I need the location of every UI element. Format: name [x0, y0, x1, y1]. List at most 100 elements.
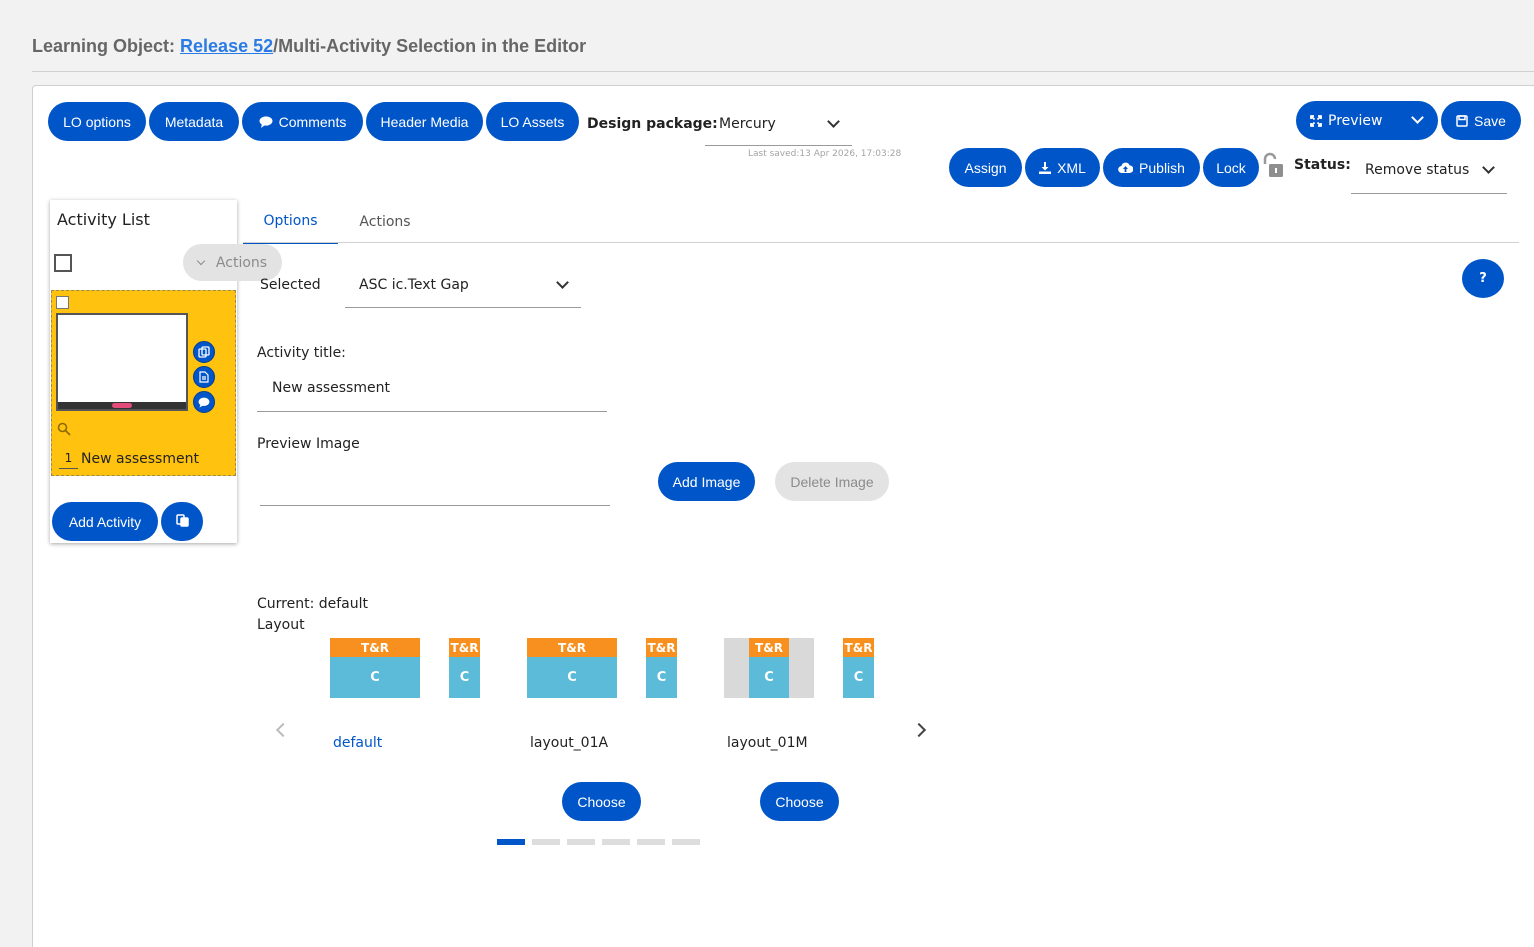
tab-options[interactable]: Options	[243, 200, 338, 244]
preview-dropdown-icon[interactable]	[1411, 111, 1424, 124]
lo-options-button[interactable]: LO options	[48, 102, 146, 141]
selected-label: Selected	[260, 277, 321, 293]
preview-button[interactable]: Preview	[1296, 101, 1438, 140]
status-value: Remove status	[1365, 162, 1470, 178]
help-button[interactable]: ?	[1462, 259, 1504, 298]
choose-layout-01m-button[interactable]: Choose	[760, 782, 839, 821]
design-package-label: Design package:	[587, 116, 718, 132]
design-package-value: Mercury	[719, 115, 776, 132]
carousel-page-dot[interactable]	[602, 839, 630, 845]
layout-name[interactable]: layout_01M	[727, 735, 808, 751]
delete-image-button[interactable]: Delete Image	[775, 462, 889, 501]
lo-options-label: LO options	[63, 113, 131, 130]
thumbnail-button-mark	[112, 403, 132, 408]
add-activity-label: Add Activity	[68, 513, 142, 530]
layout-mobile-content-tag: C	[449, 657, 480, 698]
activity-title-value: New assessment	[272, 380, 390, 396]
duplicate-icon[interactable]	[193, 341, 215, 363]
selected-activity-select[interactable]: ASC ic.Text Gap	[345, 263, 581, 308]
select-all-checkbox[interactable]	[54, 254, 72, 272]
layout-top-tag: T&R	[527, 638, 617, 657]
lo-assets-button[interactable]: LO Assets	[486, 102, 579, 141]
metadata-button[interactable]: Metadata	[149, 102, 239, 141]
add-image-button[interactable]: Add Image	[658, 462, 755, 501]
xml-button[interactable]: XML	[1025, 148, 1100, 187]
carousel-page-dot[interactable]	[497, 839, 525, 845]
paste-icon	[175, 513, 189, 530]
carousel-page-dot[interactable]	[532, 839, 560, 845]
publish-label: Publish	[1139, 159, 1185, 176]
activity-list-panel: Activity List Actions 1 New assessment A…	[50, 200, 282, 543]
activity-item[interactable]: 1 New assessment	[51, 290, 236, 476]
add-image-label: Add Image	[672, 473, 741, 490]
title-divider	[32, 71, 1534, 72]
lock-button[interactable]: Lock	[1203, 148, 1259, 187]
carousel-page-dot[interactable]	[672, 839, 700, 845]
design-package-select[interactable]: Mercury	[705, 102, 852, 146]
comments-button[interactable]: Comments	[242, 102, 363, 141]
preview-image-field[interactable]	[260, 460, 610, 506]
status-select[interactable]: Remove status	[1351, 147, 1507, 194]
layout-mobile-top-tag: T&R	[646, 638, 677, 657]
layout-content-tag: C	[527, 657, 617, 698]
preview-image-label: Preview Image	[257, 436, 360, 452]
current-layout-text: Current: default	[257, 596, 369, 612]
activity-title-label: Activity title:	[257, 345, 346, 361]
activity-thumbnail[interactable]	[56, 313, 188, 411]
chevron-down-icon	[1482, 161, 1495, 174]
delete-image-label: Delete Image	[790, 473, 874, 490]
lo-assets-label: LO Assets	[500, 113, 565, 130]
activity-item-title: New assessment	[81, 451, 199, 467]
comment-icon[interactable]	[193, 391, 215, 413]
header-media-button[interactable]: Header Media	[366, 102, 483, 141]
help-label: ?	[1479, 271, 1487, 286]
metadata-label: Metadata	[164, 113, 224, 130]
choose-label: Choose	[577, 793, 626, 810]
add-activity-button[interactable]: Add Activity	[52, 502, 158, 541]
activity-item-checkbox[interactable]	[56, 296, 69, 309]
expand-icon	[1310, 114, 1322, 127]
chevron-down-icon	[196, 256, 206, 266]
save-label: Save	[1474, 112, 1506, 129]
release-link[interactable]: Release 52	[180, 36, 273, 56]
activity-actions-label: Actions	[215, 254, 268, 271]
save-button[interactable]: Save	[1441, 101, 1521, 140]
carousel-page-dot[interactable]	[567, 839, 595, 845]
layout-top-tag: T&R	[330, 638, 420, 657]
assign-label: Assign	[964, 159, 1007, 176]
layout-content-tag: C	[330, 657, 420, 698]
activity-list-heading: Activity List	[57, 210, 150, 229]
tab-actions[interactable]: Actions	[338, 200, 432, 244]
paste-activity-button[interactable]	[161, 502, 203, 541]
assign-button[interactable]: Assign	[949, 148, 1022, 187]
layout-mobile-content-tag: C	[646, 657, 677, 698]
choose-label: Choose	[775, 793, 824, 810]
layout-mobile-top-tag: T&R	[449, 638, 480, 657]
document-icon[interactable]	[193, 366, 215, 388]
layout-top-tag: T&R	[749, 638, 789, 657]
publish-button[interactable]: Publish	[1103, 148, 1200, 187]
activity-actions-button[interactable]: Actions	[183, 244, 282, 281]
page-title: Learning Object: Release 52/Multi-Activi…	[32, 36, 586, 57]
title-prefix: Learning Object:	[32, 36, 181, 56]
layout-name[interactable]: layout_01A	[530, 735, 608, 751]
activity-item-number: 1	[59, 451, 78, 469]
header-media-label: Header Media	[380, 113, 469, 130]
choose-layout-01a-button[interactable]: Choose	[562, 782, 641, 821]
activity-title-input[interactable]: New assessment	[257, 368, 607, 412]
carousel-page-dot[interactable]	[637, 839, 665, 845]
tab-divider	[243, 242, 1519, 243]
comments-label: Comments	[278, 113, 347, 130]
layout-content-tag: C	[749, 657, 789, 698]
layout-name[interactable]: default	[333, 735, 382, 751]
layout-mobile-content-tag: C	[843, 657, 874, 698]
status-label: Status:	[1294, 157, 1351, 173]
comment-bubble-icon	[259, 115, 273, 128]
preview-label: Preview	[1328, 112, 1383, 129]
layout-label: Layout	[257, 617, 305, 633]
download-icon	[1039, 161, 1052, 174]
zoom-icon[interactable]	[57, 421, 71, 440]
carousel-pagination	[497, 839, 707, 845]
xml-label: XML	[1057, 159, 1086, 176]
unlock-icon	[1262, 152, 1288, 184]
